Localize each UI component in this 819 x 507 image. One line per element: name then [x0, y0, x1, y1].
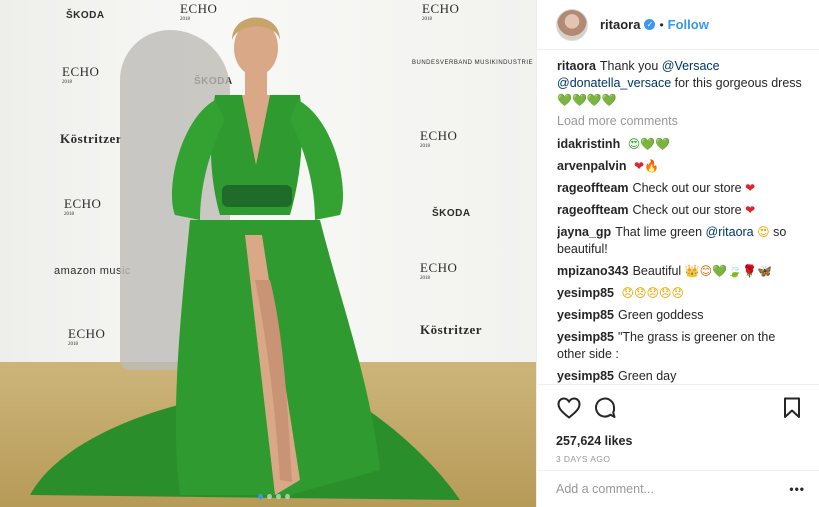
comment-username[interactable]: idakristinh — [557, 137, 620, 151]
carousel-dot[interactable] — [276, 494, 281, 499]
avatar[interactable] — [556, 8, 588, 41]
comment: rageoffteam Check out our store ❤ — [557, 202, 805, 219]
post-header: ritaora ✓ • Follow — [537, 0, 819, 50]
caption-text: Thank you — [599, 59, 662, 73]
comment: yesimp85 😞😞😞😞😞 — [557, 285, 805, 302]
comment: mpizano343 Beautiful 👑😊💚🍃🌹🦋 — [557, 263, 805, 280]
comment-username[interactable]: arvenpalvin — [557, 159, 626, 173]
comment-username[interactable]: yesimp85 — [557, 308, 614, 322]
load-more-comments-link[interactable]: Load more comments — [557, 114, 805, 128]
bookmark-icon[interactable] — [779, 395, 805, 421]
comment: idakristinh 😍💚💚 — [557, 136, 805, 153]
more-options-icon[interactable]: ••• — [789, 482, 805, 496]
comment-emoji: ❤🔥 — [633, 159, 659, 173]
comment: rageoffteam Check out our store ❤ — [557, 180, 805, 197]
mention-link[interactable]: @donatella_versace — [557, 76, 671, 90]
comment-emoji: 😍💚💚 — [627, 137, 671, 151]
verified-badge-icon: ✓ — [644, 19, 656, 30]
comment-username[interactable]: yesimp85 — [557, 330, 614, 344]
comments-list[interactable]: ritaora Thank you @Versace @donatella_ver… — [557, 58, 805, 384]
woman-green-gown — [30, 17, 460, 500]
add-comment-input[interactable]: Add a comment... — [556, 482, 789, 496]
post-actions: 257,624 likes 3 DAYS AGO — [537, 384, 819, 464]
comment-text: Check out our store — [632, 181, 742, 195]
comment: jayna_gp That lime green @ritaora 😍 so be… — [557, 224, 805, 258]
add-comment-bar: Add a comment... ••• — [537, 470, 819, 507]
comment-emoji: 😍 — [757, 225, 770, 239]
comment-username[interactable]: rageoffteam — [557, 203, 629, 217]
post-side-panel: ritaora ✓ • Follow ritaora Thank you @Ver… — [536, 0, 819, 507]
caption-username[interactable]: ritaora — [557, 59, 596, 73]
comment-username[interactable]: jayna_gp — [557, 225, 611, 239]
heart-icon[interactable] — [556, 395, 582, 421]
comment-text: Green day — [617, 369, 677, 383]
comment-text: Green goddess — [617, 308, 704, 322]
comment-emoji: ❤ — [745, 181, 756, 195]
comment-bubble-icon[interactable] — [592, 395, 618, 421]
comment-emoji: 😞😞😞😞😞 — [621, 286, 685, 300]
comment-username[interactable]: mpizano343 — [557, 264, 629, 278]
post-photo[interactable]: ŠKODA ECHO ECHO ŠKODA BUNDESVERBAND MUSI… — [0, 0, 536, 507]
carousel-dot[interactable] — [267, 494, 272, 499]
post-timestamp[interactable]: 3 DAYS AGO — [556, 454, 805, 464]
comment: arvenpalvin ❤🔥 — [557, 158, 805, 175]
follow-button[interactable]: Follow — [668, 17, 709, 32]
comment-text: Check out our store — [632, 203, 742, 217]
mention-link[interactable]: @Versace — [662, 59, 720, 73]
carousel-dot-active[interactable] — [258, 494, 263, 499]
carousel-dots — [258, 494, 290, 499]
comment: yesimp85 "The grass is greener on the oth… — [557, 329, 805, 363]
comment-text: Beautiful — [632, 264, 685, 278]
comment-emoji: 👑😊💚🍃🌹🦋 — [684, 264, 772, 278]
header-username[interactable]: ritaora — [600, 17, 640, 32]
carousel-dot[interactable] — [285, 494, 290, 499]
comment: yesimp85 Green day — [557, 368, 805, 384]
header-separator: • — [659, 17, 664, 32]
mention-link[interactable]: @ritaora — [706, 225, 754, 239]
comment-username[interactable]: yesimp85 — [557, 369, 614, 383]
caption: ritaora Thank you @Versace @donatella_ver… — [557, 58, 805, 109]
comment-emoji: ❤ — [745, 203, 756, 217]
comment-text: That lime green — [615, 225, 706, 239]
likes-count[interactable]: 257,624 likes — [556, 434, 805, 448]
caption-text: for this gorgeous dress — [671, 76, 802, 90]
comment: yesimp85 Green goddess — [557, 307, 805, 324]
green-heart-emoji: 💚💚💚💚 — [557, 93, 617, 107]
comment-username[interactable]: rageoffteam — [557, 181, 629, 195]
comment-username[interactable]: yesimp85 — [557, 286, 614, 300]
